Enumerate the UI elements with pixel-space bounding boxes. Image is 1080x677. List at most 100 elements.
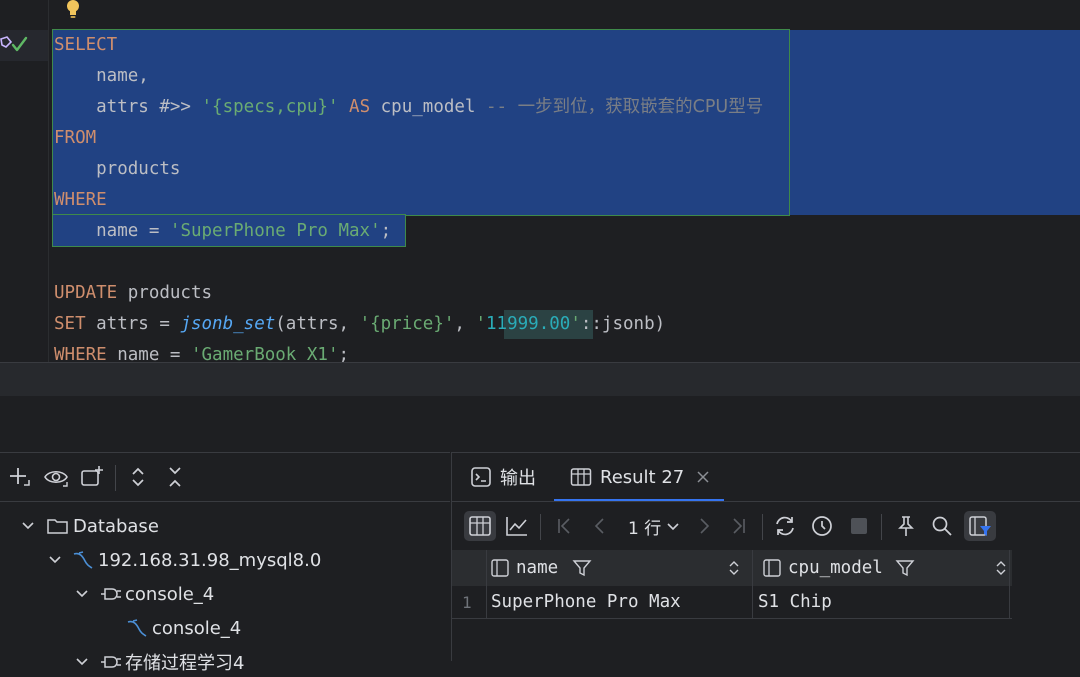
code-token: '{specs,cpu}' (201, 97, 339, 117)
tree-item-label: 192.168.31.98_mysql8.0 (98, 549, 322, 571)
code-line[interactable]: name, (54, 61, 149, 92)
next-page-icon[interactable] (692, 514, 716, 538)
lightbulb-icon[interactable] (64, 0, 82, 22)
new-console-icon[interactable] (80, 465, 104, 489)
code-token: ::jsonb) (580, 314, 666, 334)
code-line[interactable]: FROM (54, 123, 96, 154)
tree-item-procedure[interactable]: 存储过程学习4 (74, 647, 244, 677)
table-icon (570, 468, 592, 486)
collapse-all-icon[interactable] (163, 465, 187, 489)
tab-result[interactable]: Result 27 (570, 453, 710, 501)
table-view-icon (469, 516, 491, 536)
code-token: #>> (159, 97, 191, 117)
expand-all-icon[interactable] (126, 465, 150, 489)
cell-name[interactable]: SuperPhone Pro Max (491, 586, 749, 618)
code-line[interactable]: UPDATE products (54, 278, 212, 309)
filter-columns-icon (969, 516, 991, 536)
sort-icon[interactable] (728, 560, 740, 576)
code-token: name = (54, 221, 170, 241)
grid-toolbar: 1 行 (452, 502, 1080, 550)
code-token: products (117, 283, 213, 303)
close-icon[interactable] (696, 470, 710, 484)
filter-icon[interactable] (572, 558, 592, 578)
tree-item-connection[interactable]: 192.168.31.98_mysql8.0 (47, 545, 321, 575)
toolbar-separator (762, 514, 763, 540)
code-line[interactable]: attrs #>> '{specs,cpu}' AS cpu_model -- … (54, 92, 763, 123)
chevron-down-icon[interactable] (74, 654, 90, 670)
column-icon (763, 559, 781, 577)
tree-item-console-file[interactable]: console_4 (126, 613, 241, 643)
code-token: 一步到位，获取嵌套的CPU型号 (517, 97, 764, 117)
sort-icon[interactable] (995, 560, 1007, 576)
pin-icon[interactable] (894, 514, 918, 538)
column-header-cpu-model[interactable]: cpu_model (762, 550, 1007, 586)
console-icon (101, 656, 121, 668)
filter-icon[interactable] (895, 558, 915, 578)
panel-gap (0, 396, 1080, 452)
add-icon[interactable] (7, 465, 31, 489)
code-line[interactable]: SELECT (54, 30, 117, 61)
code-token: ' (475, 314, 487, 334)
tree-item-console[interactable]: console_4 (74, 579, 214, 609)
code-token: 11999.00 (486, 314, 571, 334)
code-token: name = (106, 345, 191, 362)
results-panel: 输出 Result 27 1 行 name cpu_model 1 SuperP… (451, 452, 1080, 661)
cell-cpu-model[interactable]: S1 Chip (758, 586, 1008, 618)
tree-item-label: console_4 (152, 617, 242, 639)
row-divider (452, 618, 1012, 619)
previous-page-icon[interactable] (588, 514, 612, 538)
chevron-down-icon[interactable] (47, 552, 63, 568)
code-token: SET (54, 314, 86, 334)
stop-icon[interactable] (847, 514, 871, 538)
code-line[interactable]: name = 'SuperPhone Pro Max'; (54, 216, 391, 247)
grid-vline (486, 550, 487, 618)
table-row[interactable]: 1 SuperPhone Pro Max S1 Chip (452, 586, 1012, 618)
sql-editor[interactable]: SELECT name, attrs #>> '{specs,cpu}' AS … (0, 0, 1080, 362)
tree-item-database[interactable]: Database (20, 511, 159, 541)
code-token: ; (380, 221, 392, 241)
code-token: attrs = (85, 314, 181, 334)
chevron-down-icon[interactable] (20, 518, 36, 534)
output-icon (471, 467, 491, 487)
column-header-name[interactable]: name (490, 550, 748, 586)
last-page-icon[interactable] (727, 514, 751, 538)
code-line[interactable]: WHERE name = 'GamerBook X1'; (54, 340, 349, 362)
tree-item-label: console_4 (125, 583, 215, 605)
search-icon[interactable] (930, 514, 954, 538)
code-token: FROM (54, 128, 97, 148)
code-token: attrs (54, 97, 160, 117)
executed-check-icon[interactable] (0, 33, 28, 57)
tab-label: 输出 (500, 468, 536, 489)
code-line[interactable]: products (54, 154, 180, 185)
editor-status-strip (0, 362, 1080, 397)
code-token: (attrs, (275, 314, 360, 334)
gutter-divider (48, 0, 49, 362)
grid-vline (752, 550, 753, 618)
code-token: , (454, 314, 476, 334)
chevron-down-icon (667, 523, 679, 531)
column-header-label: name (516, 558, 559, 578)
code-token: SELECT (54, 35, 118, 55)
eye-icon[interactable] (44, 465, 68, 489)
code-line[interactable]: WHERE (54, 185, 107, 216)
code-token: name, (54, 66, 149, 86)
history-icon[interactable] (810, 514, 834, 538)
tab-output[interactable]: 输出 (470, 453, 536, 501)
code-token: 'GamerBook X1' (190, 345, 339, 362)
code-token: UPDATE (54, 283, 118, 303)
grid-header: name cpu_model (452, 550, 1012, 586)
refresh-icon[interactable] (773, 514, 797, 538)
code-token: products (54, 159, 181, 179)
mysql-icon (127, 619, 147, 637)
code-token: ; (338, 345, 350, 362)
rows-selector[interactable]: 1 行 (628, 514, 680, 539)
column-icon (491, 559, 509, 577)
tree-item-label: 存储过程学习4 (125, 653, 245, 674)
first-page-icon[interactable] (552, 514, 576, 538)
toolbar-separator (540, 514, 541, 540)
code-line[interactable]: SET attrs = jsonb_set(attrs, '{price}', … (54, 309, 665, 340)
chevron-down-icon[interactable] (74, 586, 90, 602)
code-token: WHERE (54, 190, 107, 210)
code-token: AS (349, 97, 371, 117)
chart-view-icon[interactable] (505, 514, 529, 538)
